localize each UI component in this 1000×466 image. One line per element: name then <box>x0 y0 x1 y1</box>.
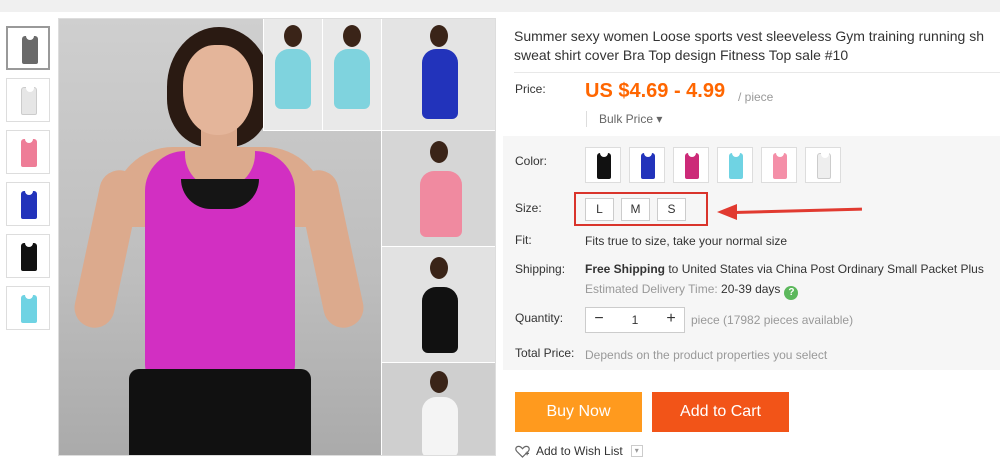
total-price-label: Total Price: <box>515 346 575 360</box>
tank-icon <box>773 151 787 179</box>
tank-icon <box>641 151 655 179</box>
buy-now-button[interactable]: Buy Now <box>515 392 642 432</box>
thumbnail-tank-icon <box>21 86 37 115</box>
price-unit: / piece <box>738 90 774 104</box>
quantity-decrease-button[interactable]: − <box>586 308 612 332</box>
size-label: Size: <box>515 201 542 215</box>
size-options: L M S <box>585 198 686 221</box>
bulk-price-dropdown[interactable]: Bulk Price ▾ <box>586 111 662 127</box>
color-swatch-blue[interactable] <box>629 147 665 183</box>
color-swatch-black[interactable] <box>585 147 621 183</box>
wish-list-label: Add to Wish List <box>536 444 623 458</box>
divider <box>514 72 1000 73</box>
collage-cell <box>381 131 495 247</box>
price-label: Price: <box>515 82 546 96</box>
thumbnail-tank-icon <box>21 241 37 271</box>
color-swatch-white[interactable] <box>805 147 841 183</box>
quantity-input[interactable] <box>612 308 658 332</box>
color-swatch-pink[interactable] <box>761 147 797 183</box>
collage-cell <box>263 19 322 131</box>
color-swatches <box>585 147 841 183</box>
quantity-increase-button[interactable]: + <box>658 308 684 332</box>
product-title-line-1: Summer sexy women Loose sports vest slee… <box>514 28 984 44</box>
collage-cell <box>381 19 495 131</box>
shipping-method[interactable]: Free Shipping to United States via China… <box>585 262 984 276</box>
free-shipping-text: Free Shipping <box>585 262 666 276</box>
tank-icon <box>685 151 699 179</box>
main-product-image[interactable] <box>58 18 496 456</box>
top-bar <box>0 0 1000 12</box>
thumbnail-list <box>6 26 50 338</box>
annotation-arrow-icon <box>717 204 737 220</box>
help-icon[interactable]: ? <box>784 286 799 300</box>
fit-label: Fit: <box>515 233 532 247</box>
thumbnail-tank-icon <box>22 34 38 64</box>
fit-text: Fits true to size, take your normal size <box>585 234 788 248</box>
delivery-estimate: Estimated Delivery Time: 20-39 days? <box>585 282 799 300</box>
total-price-text: Depends on the product properties you se… <box>585 348 828 362</box>
tank-icon <box>729 151 743 179</box>
shipping-destination: to United States via China Post Ordinary… <box>665 262 984 276</box>
quantity-availability: piece (17982 pieces available) <box>691 313 854 327</box>
product-title-line-2: sweat shirt cover Bra Top design Fitness… <box>514 47 849 63</box>
collage-cell <box>322 19 381 131</box>
delivery-days: 20-39 days <box>721 282 781 296</box>
quantity-stepper: − + <box>585 307 685 333</box>
heart-icon <box>515 445 530 458</box>
thumbnail-6[interactable] <box>6 286 50 330</box>
thumbnail-1[interactable] <box>6 26 50 70</box>
shipping-label: Shipping: <box>515 262 566 276</box>
collage-cell <box>381 363 495 455</box>
chevron-down-icon[interactable]: ▾ <box>630 445 643 457</box>
price-value: US $4.69 - 4.99 <box>585 80 726 102</box>
collage-cell <box>381 247 495 363</box>
thumbnail-tank-icon <box>21 137 37 167</box>
thumbnail-tank-icon <box>21 189 37 219</box>
add-to-wish-list-link[interactable]: Add to Wish List ▾ <box>515 444 643 458</box>
color-label: Color: <box>515 154 548 168</box>
thumbnail-tank-icon <box>21 293 37 323</box>
tank-icon <box>597 151 611 179</box>
size-option-l[interactable]: L <box>585 198 614 221</box>
add-to-cart-button[interactable]: Add to Cart <box>652 392 789 432</box>
thumbnail-4[interactable] <box>6 182 50 226</box>
size-option-s[interactable]: S <box>657 198 686 221</box>
quantity-label: Quantity: <box>515 311 564 325</box>
product-title: Summer sexy women Loose sports vest slee… <box>514 27 1000 65</box>
tank-icon <box>817 152 831 179</box>
color-swatch-cyan[interactable] <box>717 147 753 183</box>
size-option-m[interactable]: M <box>621 198 650 221</box>
color-swatch-magenta[interactable] <box>673 147 709 183</box>
thumbnail-3[interactable] <box>6 130 50 174</box>
thumbnail-5[interactable] <box>6 234 50 278</box>
delivery-label: Estimated Delivery Time: <box>585 282 722 296</box>
thumbnail-2[interactable] <box>6 78 50 122</box>
